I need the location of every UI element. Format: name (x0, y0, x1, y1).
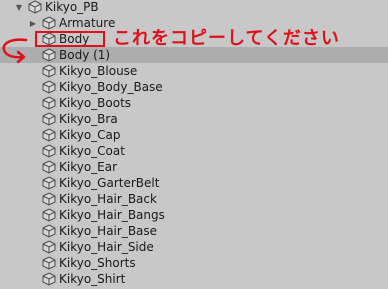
hierarchy-row-child-4[interactable]: Kikyo_Body_Base (0, 79, 388, 95)
hierarchy-row-child-16[interactable]: Kikyo_Shirt (0, 271, 388, 287)
gameobject-cube-icon (42, 64, 56, 78)
hierarchy-item-label: Kikyo_Hair_Back (59, 192, 157, 206)
annotation-highlight-box (35, 31, 105, 47)
hierarchy-item-label: Kikyo_Hair_Bangs (59, 208, 165, 222)
gameobject-cube-icon (42, 112, 56, 126)
hierarchy-item-label: Kikyo_Bra (59, 112, 118, 126)
hierarchy-item-label: Kikyo_Shorts (59, 256, 136, 270)
hierarchy-row-child-6[interactable]: Kikyo_Bra (0, 111, 388, 127)
foldout-expanded-icon[interactable]: ▼ (14, 2, 24, 12)
hierarchy-item-label: Kikyo_Boots (59, 96, 132, 110)
hierarchy-row-child-5[interactable]: Kikyo_Boots (0, 95, 388, 111)
hierarchy-item-label: Kikyo_GarterBelt (59, 176, 160, 190)
hierarchy-item-label: Kikyo_Blouse (59, 64, 138, 78)
hierarchy-item-label: Kikyo_Ear (59, 160, 118, 174)
hierarchy-row-child-11[interactable]: Kikyo_Hair_Back (0, 191, 388, 207)
hierarchy-item-label: Kikyo_Cap (59, 128, 121, 142)
gameobject-cube-icon (42, 160, 56, 174)
hierarchy-item-label: Kikyo_Hair_Side (59, 240, 154, 254)
hierarchy-row-child-14[interactable]: Kikyo_Hair_Side (0, 239, 388, 255)
annotation-callout: これをコピーしてください (113, 28, 340, 49)
foldout-collapsed-icon[interactable]: ▶ (28, 18, 38, 28)
hierarchy-item-label: Kikyo_PB (45, 0, 99, 14)
gameobject-cube-icon (42, 272, 56, 286)
hierarchy-item-label: Body (1) (59, 48, 111, 62)
gameobject-cube-icon (42, 48, 56, 62)
hierarchy-item-label: Kikyo_Body_Base (59, 80, 163, 94)
hierarchy-item-label: Kikyo_Hair_Base (59, 224, 158, 238)
hierarchy-row-root[interactable]: ▼ Kikyo_PB (0, 0, 388, 15)
hierarchy-row-child-9[interactable]: Kikyo_Ear (0, 159, 388, 175)
gameobject-cube-icon (42, 128, 56, 142)
hierarchy-row-child-15[interactable]: Kikyo_Shorts (0, 255, 388, 271)
gameobject-cube-icon (42, 176, 56, 190)
gameobject-cube-icon (42, 144, 56, 158)
gameobject-cube-icon (42, 256, 56, 270)
gameobject-cube-icon (42, 192, 56, 206)
hierarchy-row-child-12[interactable]: Kikyo_Hair_Bangs (0, 207, 388, 223)
hierarchy-row-child-13[interactable]: Kikyo_Hair_Base (0, 223, 388, 239)
hierarchy-row-child-8[interactable]: Kikyo_Coat (0, 143, 388, 159)
hierarchy-item-label: Kikyo_Coat (59, 144, 125, 158)
hierarchy-item-label: Kikyo_Shirt (59, 272, 126, 286)
hierarchy-row-child-10[interactable]: Kikyo_GarterBelt (0, 175, 388, 191)
gameobject-cube-icon (42, 208, 56, 222)
gameobject-cube-icon (42, 16, 56, 30)
gameobject-cube-icon (42, 224, 56, 238)
hierarchy-item-label: Armature (59, 16, 116, 30)
gameobject-cube-icon (28, 0, 42, 14)
hierarchy-row-child-3[interactable]: Kikyo_Blouse (0, 63, 388, 79)
gameobject-cube-icon (42, 96, 56, 110)
hierarchy-row-child-7[interactable]: Kikyo_Cap (0, 127, 388, 143)
gameobject-cube-icon (42, 240, 56, 254)
annotation-arrow (2, 38, 28, 64)
gameobject-cube-icon (42, 80, 56, 94)
